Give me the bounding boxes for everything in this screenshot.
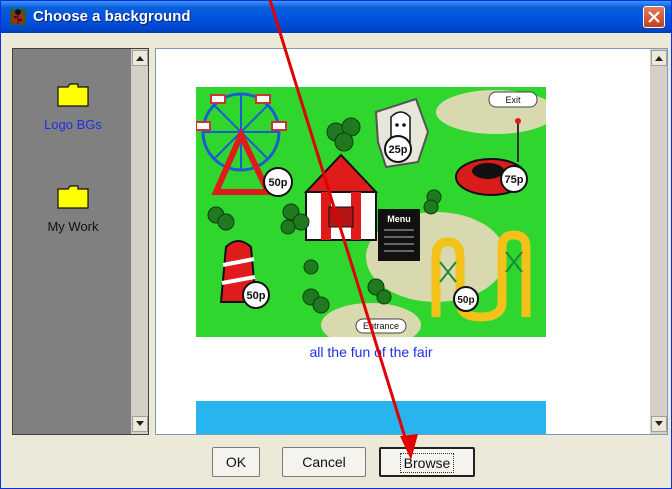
folder-icon bbox=[57, 83, 89, 107]
price-label-coaster: 50p bbox=[457, 295, 474, 306]
fairground-image: 50p 25p Exit 75p Menu 50p 50p Entrance bbox=[195, 87, 556, 347]
background-thumbnail-fair[interactable]: 50p 25p Exit 75p Menu 50p 50p Entrance bbox=[195, 87, 556, 347]
category-label: My Work bbox=[47, 219, 99, 234]
window-title: Choose a background bbox=[33, 8, 191, 25]
scroll-down-button[interactable] bbox=[132, 416, 148, 432]
thumbnail-caption: all the fun of the fair bbox=[309, 344, 433, 360]
browse-button[interactable]: Browse bbox=[379, 447, 475, 477]
scroll-down-button[interactable] bbox=[651, 416, 667, 432]
cancel-button[interactable]: Cancel bbox=[282, 447, 366, 477]
close-icon bbox=[648, 11, 660, 23]
dialog-window: Choose a background Logo BGs My Work 50p… bbox=[0, 0, 672, 489]
exit-sign: Exit bbox=[505, 95, 521, 105]
ok-button[interactable]: OK bbox=[212, 447, 260, 477]
category-label: Logo BGs bbox=[44, 117, 102, 132]
menu-sign: Menu bbox=[387, 214, 411, 224]
browse-button-label: Browse bbox=[399, 453, 455, 473]
arrow-up-icon bbox=[136, 56, 144, 61]
title-bar[interactable]: Choose a background bbox=[1, 1, 671, 33]
arrow-down-icon bbox=[136, 421, 144, 426]
close-button[interactable] bbox=[643, 6, 665, 28]
background-preview-list: 50p 25p Exit 75p Menu 50p 50p Entrance a… bbox=[155, 48, 668, 435]
folder-icon bbox=[57, 185, 89, 209]
category-item-logo-bgs[interactable]: Logo BGs bbox=[13, 83, 133, 132]
entrance-sign: Entrance bbox=[363, 321, 399, 331]
category-list: Logo BGs My Work bbox=[12, 48, 149, 435]
arrow-up-icon bbox=[655, 56, 663, 61]
price-label-helter: 50p bbox=[247, 290, 266, 302]
ladybug-icon bbox=[10, 9, 26, 25]
price-label-ferris: 50p bbox=[269, 177, 288, 189]
scroll-up-button[interactable] bbox=[132, 50, 148, 66]
price-label-dodgem: 75p bbox=[505, 174, 524, 186]
scroll-up-button[interactable] bbox=[651, 50, 667, 66]
price-label-ghost: 25p bbox=[389, 144, 408, 156]
arrow-down-icon bbox=[655, 421, 663, 426]
category-item-my-work[interactable]: My Work bbox=[13, 185, 133, 234]
preview-scrollbar[interactable] bbox=[650, 49, 667, 434]
category-scrollbar[interactable] bbox=[131, 49, 148, 434]
background-thumbnail-next[interactable] bbox=[196, 401, 546, 434]
